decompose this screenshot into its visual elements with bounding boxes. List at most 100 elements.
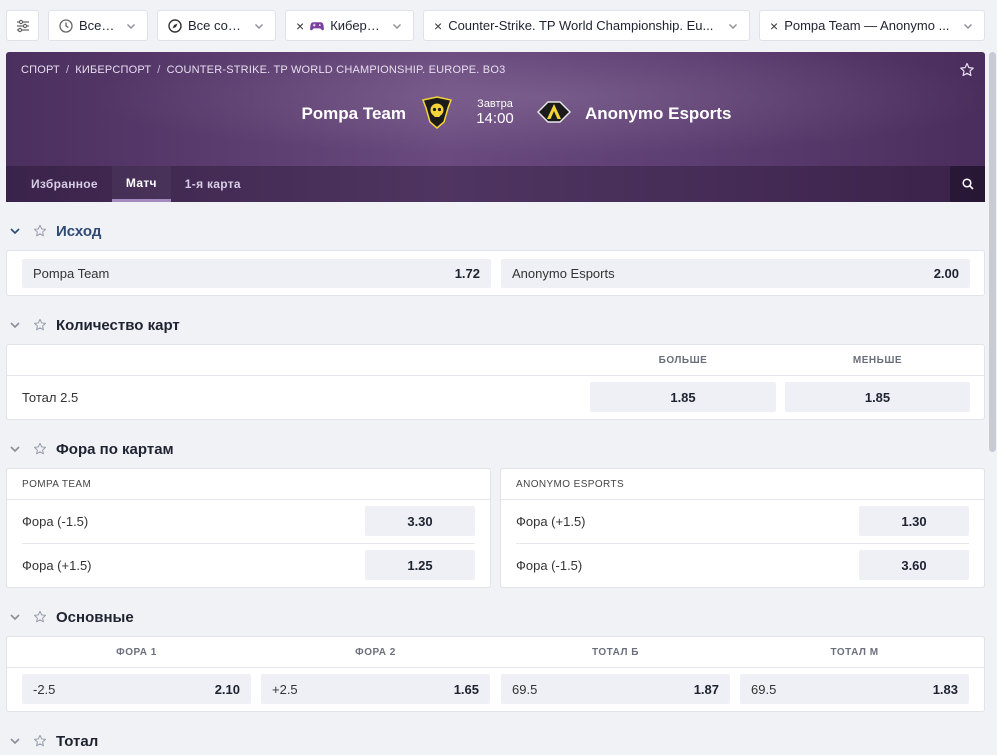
divider bbox=[501, 499, 984, 500]
divider bbox=[7, 667, 984, 668]
market-card-maps-count: Больше Меньше Тотал 2.5 1.85 1.85 bbox=[6, 344, 985, 420]
chevron-down-icon[interactable] bbox=[9, 224, 23, 238]
odd-button-handicap-1[interactable]: -2.5 2.10 bbox=[22, 674, 251, 704]
filter-time-dropdown[interactable]: Все в... bbox=[48, 10, 148, 41]
page-scrollbar[interactable] bbox=[989, 52, 996, 452]
favorite-star-icon[interactable] bbox=[959, 62, 975, 78]
chevron-down-icon bbox=[125, 20, 137, 32]
match-day: Завтра bbox=[477, 98, 513, 110]
tab-favorites[interactable]: Избранное bbox=[17, 166, 112, 202]
odd-button-away[interactable]: Anonymo Esports 2.00 bbox=[501, 259, 970, 288]
odd-value: 1.30 bbox=[901, 513, 927, 529]
filter-match-chip[interactable]: × Pompa Team — Anonymo ... bbox=[759, 10, 985, 41]
market-header-outcome[interactable]: Исход bbox=[6, 220, 101, 242]
filter-tournament-label: Counter-Strike. TP World Championship. E… bbox=[448, 18, 714, 33]
divider bbox=[7, 499, 490, 500]
chevron-down-icon[interactable] bbox=[9, 734, 23, 748]
odd-value: 3.60 bbox=[901, 557, 927, 573]
column-header-handicap-1: Фора 1 bbox=[116, 647, 157, 658]
odd-name: -2.5 bbox=[33, 681, 56, 697]
breadcrumb-item-esports[interactable]: Киберспорт bbox=[75, 64, 151, 76]
chevron-down-icon[interactable] bbox=[9, 610, 23, 624]
column-header-under: Меньше bbox=[852, 355, 903, 366]
close-icon[interactable]: × bbox=[434, 19, 442, 33]
search-button[interactable] bbox=[950, 166, 985, 202]
breadcrumb: Спорт / Киберспорт / Counter-Strike. TP … bbox=[21, 64, 505, 76]
chevron-down-icon bbox=[253, 20, 265, 32]
home-team-logo bbox=[419, 94, 455, 130]
star-icon[interactable] bbox=[33, 318, 47, 332]
odd-button-total-over[interactable]: 69.5 1.87 bbox=[501, 674, 730, 704]
chevron-down-icon bbox=[391, 20, 403, 32]
breadcrumb-item-sport[interactable]: Спорт bbox=[21, 64, 60, 76]
market-header-total[interactable]: Тотал bbox=[6, 730, 98, 752]
sliders-icon bbox=[16, 19, 30, 33]
tab-match[interactable]: Матч bbox=[111, 166, 171, 202]
chevron-down-icon[interactable] bbox=[9, 442, 23, 456]
odd-name: 69.5 bbox=[512, 681, 538, 697]
filter-settings-button[interactable] bbox=[6, 10, 39, 41]
star-icon[interactable] bbox=[33, 224, 47, 238]
market-title: Исход bbox=[56, 222, 102, 240]
odd-name: +2.5 bbox=[272, 681, 298, 697]
row-label: Фора (+1.5) bbox=[516, 514, 586, 529]
odd-value: 1.25 bbox=[407, 557, 433, 573]
column-header-over: Больше bbox=[658, 355, 708, 366]
odd-button-total-under[interactable]: 69.5 1.83 bbox=[740, 674, 969, 704]
away-team-name[interactable]: Anonymo Esports bbox=[585, 104, 731, 124]
odd-value: 2.00 bbox=[933, 266, 959, 281]
divider bbox=[7, 375, 984, 376]
tab-first-map[interactable]: 1-я карта bbox=[171, 166, 255, 202]
gamepad-icon bbox=[310, 19, 325, 33]
filter-events-label: Все соб... bbox=[188, 18, 245, 33]
team-subheader: Pompa Team bbox=[22, 479, 92, 490]
filter-bar: Все в... Все соб... × Киберс... × Counte… bbox=[0, 0, 997, 52]
team-subheader: Anonymo Esports bbox=[516, 479, 625, 490]
odd-value: 2.10 bbox=[214, 681, 240, 697]
star-icon[interactable] bbox=[33, 442, 47, 456]
odd-value: 3.30 bbox=[407, 513, 433, 529]
odd-button[interactable]: 1.25 bbox=[365, 550, 475, 580]
odd-button-over[interactable]: 1.85 bbox=[590, 382, 776, 412]
star-icon[interactable] bbox=[33, 734, 47, 748]
odd-button[interactable]: 3.30 bbox=[365, 506, 475, 536]
filter-time-label: Все в... bbox=[79, 18, 117, 33]
filter-sport-label: Киберс... bbox=[330, 18, 383, 33]
breadcrumb-separator: / bbox=[65, 64, 70, 76]
row-label: Фора (-1.5) bbox=[516, 558, 583, 573]
home-team-name[interactable]: Pompa Team bbox=[301, 104, 406, 124]
market-header-main[interactable]: Основные bbox=[6, 606, 134, 628]
filter-tournament-chip[interactable]: × Counter-Strike. TP World Championship.… bbox=[423, 10, 750, 41]
column-header-handicap-2: Фора 2 bbox=[355, 647, 396, 658]
odd-button-under[interactable]: 1.85 bbox=[785, 382, 970, 412]
odd-name: Pompa Team bbox=[33, 266, 110, 281]
odd-button-home[interactable]: Pompa Team 1.72 bbox=[22, 259, 491, 288]
row-label: Тотал 2.5 bbox=[22, 390, 79, 405]
odd-button[interactable]: 3.60 bbox=[859, 550, 969, 580]
breadcrumb-item-tournament[interactable]: Counter-Strike. TP World Championship. E… bbox=[167, 64, 506, 76]
chevron-down-icon[interactable] bbox=[9, 318, 23, 332]
filter-match-label: Pompa Team — Anonymo ... bbox=[784, 18, 950, 33]
odd-name: 69.5 bbox=[751, 681, 777, 697]
odd-button[interactable]: 1.30 bbox=[859, 506, 969, 536]
market-title: Тотал bbox=[56, 732, 99, 750]
close-icon[interactable]: × bbox=[770, 19, 778, 33]
match-hour: 14:00 bbox=[476, 110, 514, 127]
filter-sport-chip[interactable]: × Киберс... bbox=[285, 10, 414, 41]
market-header-map-handicap[interactable]: Фора по картам bbox=[6, 438, 174, 460]
market-title: Основные bbox=[56, 608, 134, 626]
odd-value: 1.85 bbox=[670, 389, 696, 405]
filter-events-dropdown[interactable]: Все соб... bbox=[157, 10, 276, 41]
market-card-handicap-away: Anonymo Esports Фора (+1.5) 1.30 Фора (-… bbox=[500, 468, 985, 588]
column-header-total-over: Тотал Б bbox=[592, 647, 639, 658]
chevron-down-icon bbox=[962, 20, 974, 32]
match-header: Спорт / Киберспорт / Counter-Strike. TP … bbox=[6, 52, 985, 202]
odd-value: 1.65 bbox=[453, 681, 479, 697]
star-icon[interactable] bbox=[33, 610, 47, 624]
market-header-maps-count[interactable]: Количество карт bbox=[6, 314, 180, 336]
close-icon[interactable]: × bbox=[296, 19, 304, 33]
row-label: Фора (-1.5) bbox=[22, 514, 89, 529]
search-icon bbox=[961, 178, 974, 190]
odd-button-handicap-2[interactable]: +2.5 1.65 bbox=[261, 674, 490, 704]
odd-value: 1.85 bbox=[864, 389, 891, 405]
